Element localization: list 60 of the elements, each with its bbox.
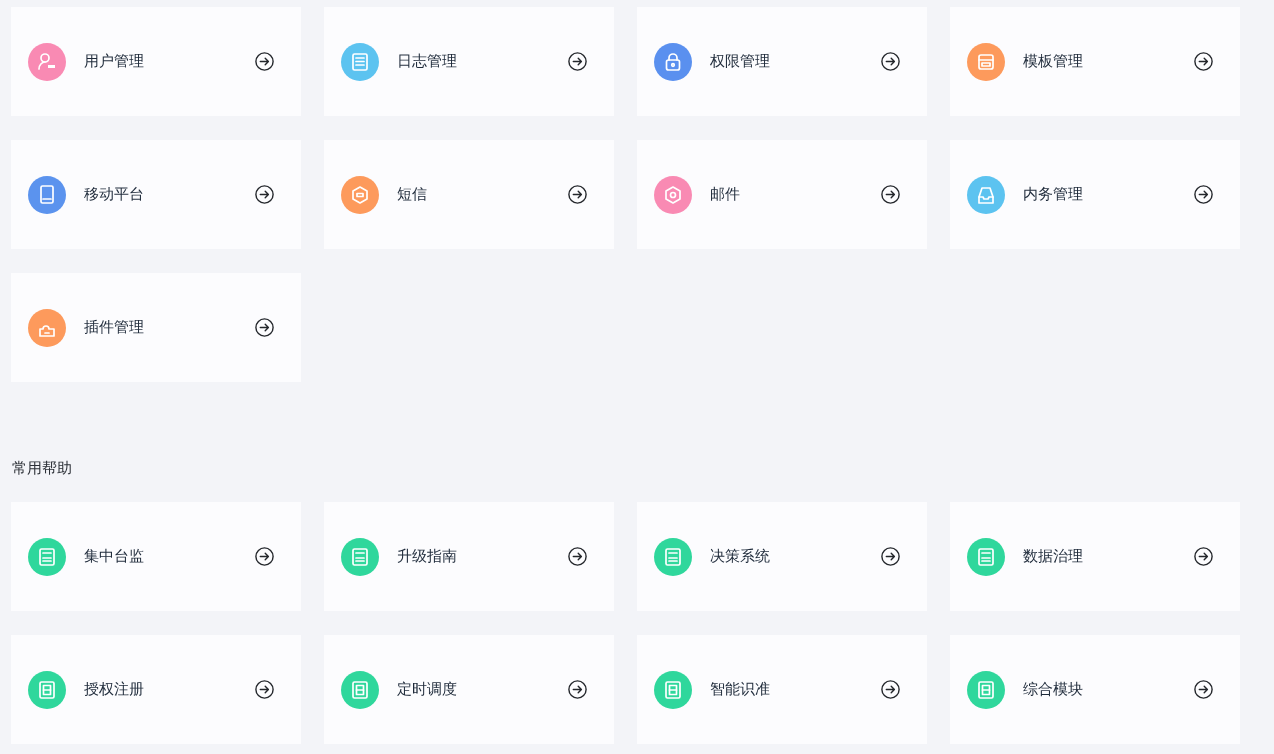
card-label: 移动平台: [84, 185, 145, 204]
card-label: 授权注册: [84, 680, 145, 699]
arrow-right-circle-icon: [255, 680, 274, 699]
card-label: 智能识准: [710, 680, 771, 699]
arrow-right-circle-icon: [1194, 185, 1213, 204]
arrow-right-circle-icon: [255, 185, 274, 204]
card-label: 权限管理: [710, 52, 771, 71]
module-card[interactable]: 邮件: [637, 140, 927, 249]
card-label: 短信: [397, 185, 428, 204]
frame-icon: [967, 670, 1005, 709]
help-card[interactable]: 集中台监: [11, 502, 301, 611]
arrow-right-circle-icon: [255, 318, 274, 337]
document-icon: [28, 537, 66, 576]
module-card[interactable]: 日志管理: [324, 7, 614, 116]
arrow-right-circle-icon: [568, 547, 587, 566]
help-card[interactable]: 数据治理: [950, 502, 1240, 611]
document-icon: [967, 537, 1005, 576]
arrow-right-circle-icon: [255, 547, 274, 566]
arrow-right-circle-icon: [1194, 680, 1213, 699]
help-card[interactable]: 定时调度: [324, 635, 614, 744]
arrow-right-circle-icon: [881, 680, 900, 699]
module-card[interactable]: 权限管理: [637, 7, 927, 116]
arrow-right-circle-icon: [881, 185, 900, 204]
card-label: 升级指南: [397, 547, 458, 566]
frame-icon: [654, 670, 692, 709]
card-label: 模板管理: [1023, 52, 1084, 71]
module-card[interactable]: 内务管理: [950, 140, 1240, 249]
card-label: 数据治理: [1023, 547, 1084, 566]
module-card[interactable]: 用户管理: [11, 7, 301, 116]
section-title: 常用帮助: [12, 459, 72, 477]
arrow-right-circle-icon: [1194, 547, 1213, 566]
arrow-right-circle-icon: [568, 185, 587, 204]
arrow-right-circle-icon: [255, 52, 274, 71]
card-label: 内务管理: [1023, 185, 1084, 204]
frame-icon: [341, 670, 379, 709]
module-card[interactable]: 模板管理: [950, 7, 1240, 116]
card-label: 定时调度: [397, 680, 458, 699]
card-label: 邮件: [710, 185, 741, 204]
arrow-right-circle-icon: [1194, 52, 1213, 71]
help-card[interactable]: 升级指南: [324, 502, 614, 611]
document-icon: [341, 537, 379, 576]
card-label: 综合模块: [1023, 680, 1084, 699]
arrow-right-circle-icon: [881, 52, 900, 71]
arrow-right-circle-icon: [881, 547, 900, 566]
arrow-right-circle-icon: [568, 52, 587, 71]
card-label: 集中台监: [84, 547, 145, 566]
module-card[interactable]: 短信: [324, 140, 614, 249]
module-card[interactable]: 插件管理: [11, 273, 301, 382]
help-card[interactable]: 授权注册: [11, 635, 301, 744]
card-label: 决策系统: [710, 547, 771, 566]
card-label: 用户管理: [84, 52, 145, 71]
document-icon: [654, 537, 692, 576]
arrow-right-circle-icon: [568, 680, 587, 699]
module-card[interactable]: 移动平台: [11, 140, 301, 249]
help-card[interactable]: 综合模块: [950, 635, 1240, 744]
frame-icon: [28, 670, 66, 709]
help-card[interactable]: 智能识准: [637, 635, 927, 744]
help-card[interactable]: 决策系统: [637, 502, 927, 611]
card-label: 日志管理: [397, 52, 458, 71]
card-label: 插件管理: [84, 318, 145, 337]
